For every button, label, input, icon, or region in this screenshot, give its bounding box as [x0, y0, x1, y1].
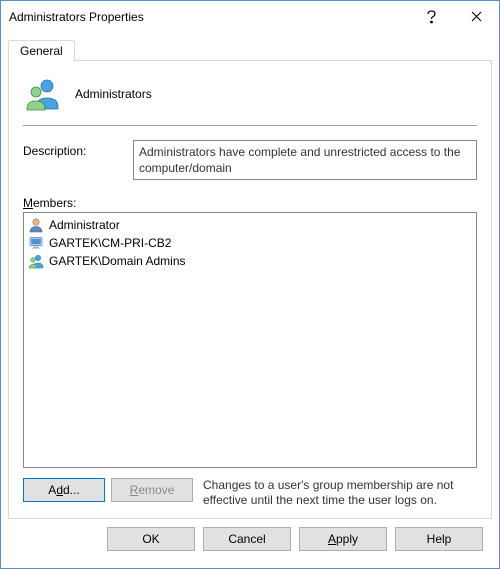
action-row: Add... Remove Changes to a user's group …: [23, 478, 477, 508]
dialog-window: Administrators Properties General: [0, 0, 500, 569]
group-icon: [28, 253, 44, 269]
list-item[interactable]: Administrator: [28, 216, 472, 234]
members-listbox[interactable]: Administrator GARTEK\CM-PRI-CB2 GARTEK\D…: [23, 212, 477, 468]
remove-button: Remove: [111, 478, 193, 502]
tabs-row: General: [8, 39, 492, 61]
computer-icon: [28, 235, 44, 251]
description-label: Description:: [23, 140, 113, 180]
list-item-label: GARTEK\CM-PRI-CB2: [49, 236, 171, 250]
group-header: Administrators: [25, 77, 477, 111]
description-input[interactable]: Administrators have complete and unrestr…: [133, 140, 477, 180]
bottom-button-row: OK Cancel Apply Help: [8, 519, 492, 561]
apply-button[interactable]: Apply: [299, 527, 387, 551]
divider: [23, 125, 477, 126]
members-label: Members:: [23, 196, 477, 210]
list-item[interactable]: GARTEK\Domain Admins: [28, 252, 472, 270]
add-remove-row: Add... Remove: [23, 478, 193, 502]
titlebar: Administrators Properties: [1, 1, 499, 32]
help-button[interactable]: Help: [395, 527, 483, 551]
tab-filler: [75, 39, 492, 61]
help-icon[interactable]: [409, 1, 454, 32]
list-item[interactable]: GARTEK\CM-PRI-CB2: [28, 234, 472, 252]
close-icon[interactable]: [454, 1, 499, 32]
list-item-label: Administrator: [49, 218, 120, 232]
group-name: Administrators: [75, 87, 152, 101]
membership-note: Changes to a user's group membership are…: [203, 478, 477, 508]
description-row: Description: Administrators have complet…: [23, 140, 477, 180]
group-icon: [25, 77, 61, 111]
client-area: General Administrators Descri: [1, 32, 499, 568]
cancel-button[interactable]: Cancel: [203, 527, 291, 551]
list-item-label: GARTEK\Domain Admins: [49, 254, 186, 268]
user-icon: [28, 217, 44, 233]
ok-button[interactable]: OK: [107, 527, 195, 551]
tab-general[interactable]: General: [8, 40, 75, 62]
add-button[interactable]: Add...: [23, 478, 105, 502]
window-title: Administrators Properties: [9, 10, 409, 24]
tab-content: Administrators Description: Administrato…: [8, 61, 492, 519]
titlebar-buttons: [409, 1, 499, 32]
